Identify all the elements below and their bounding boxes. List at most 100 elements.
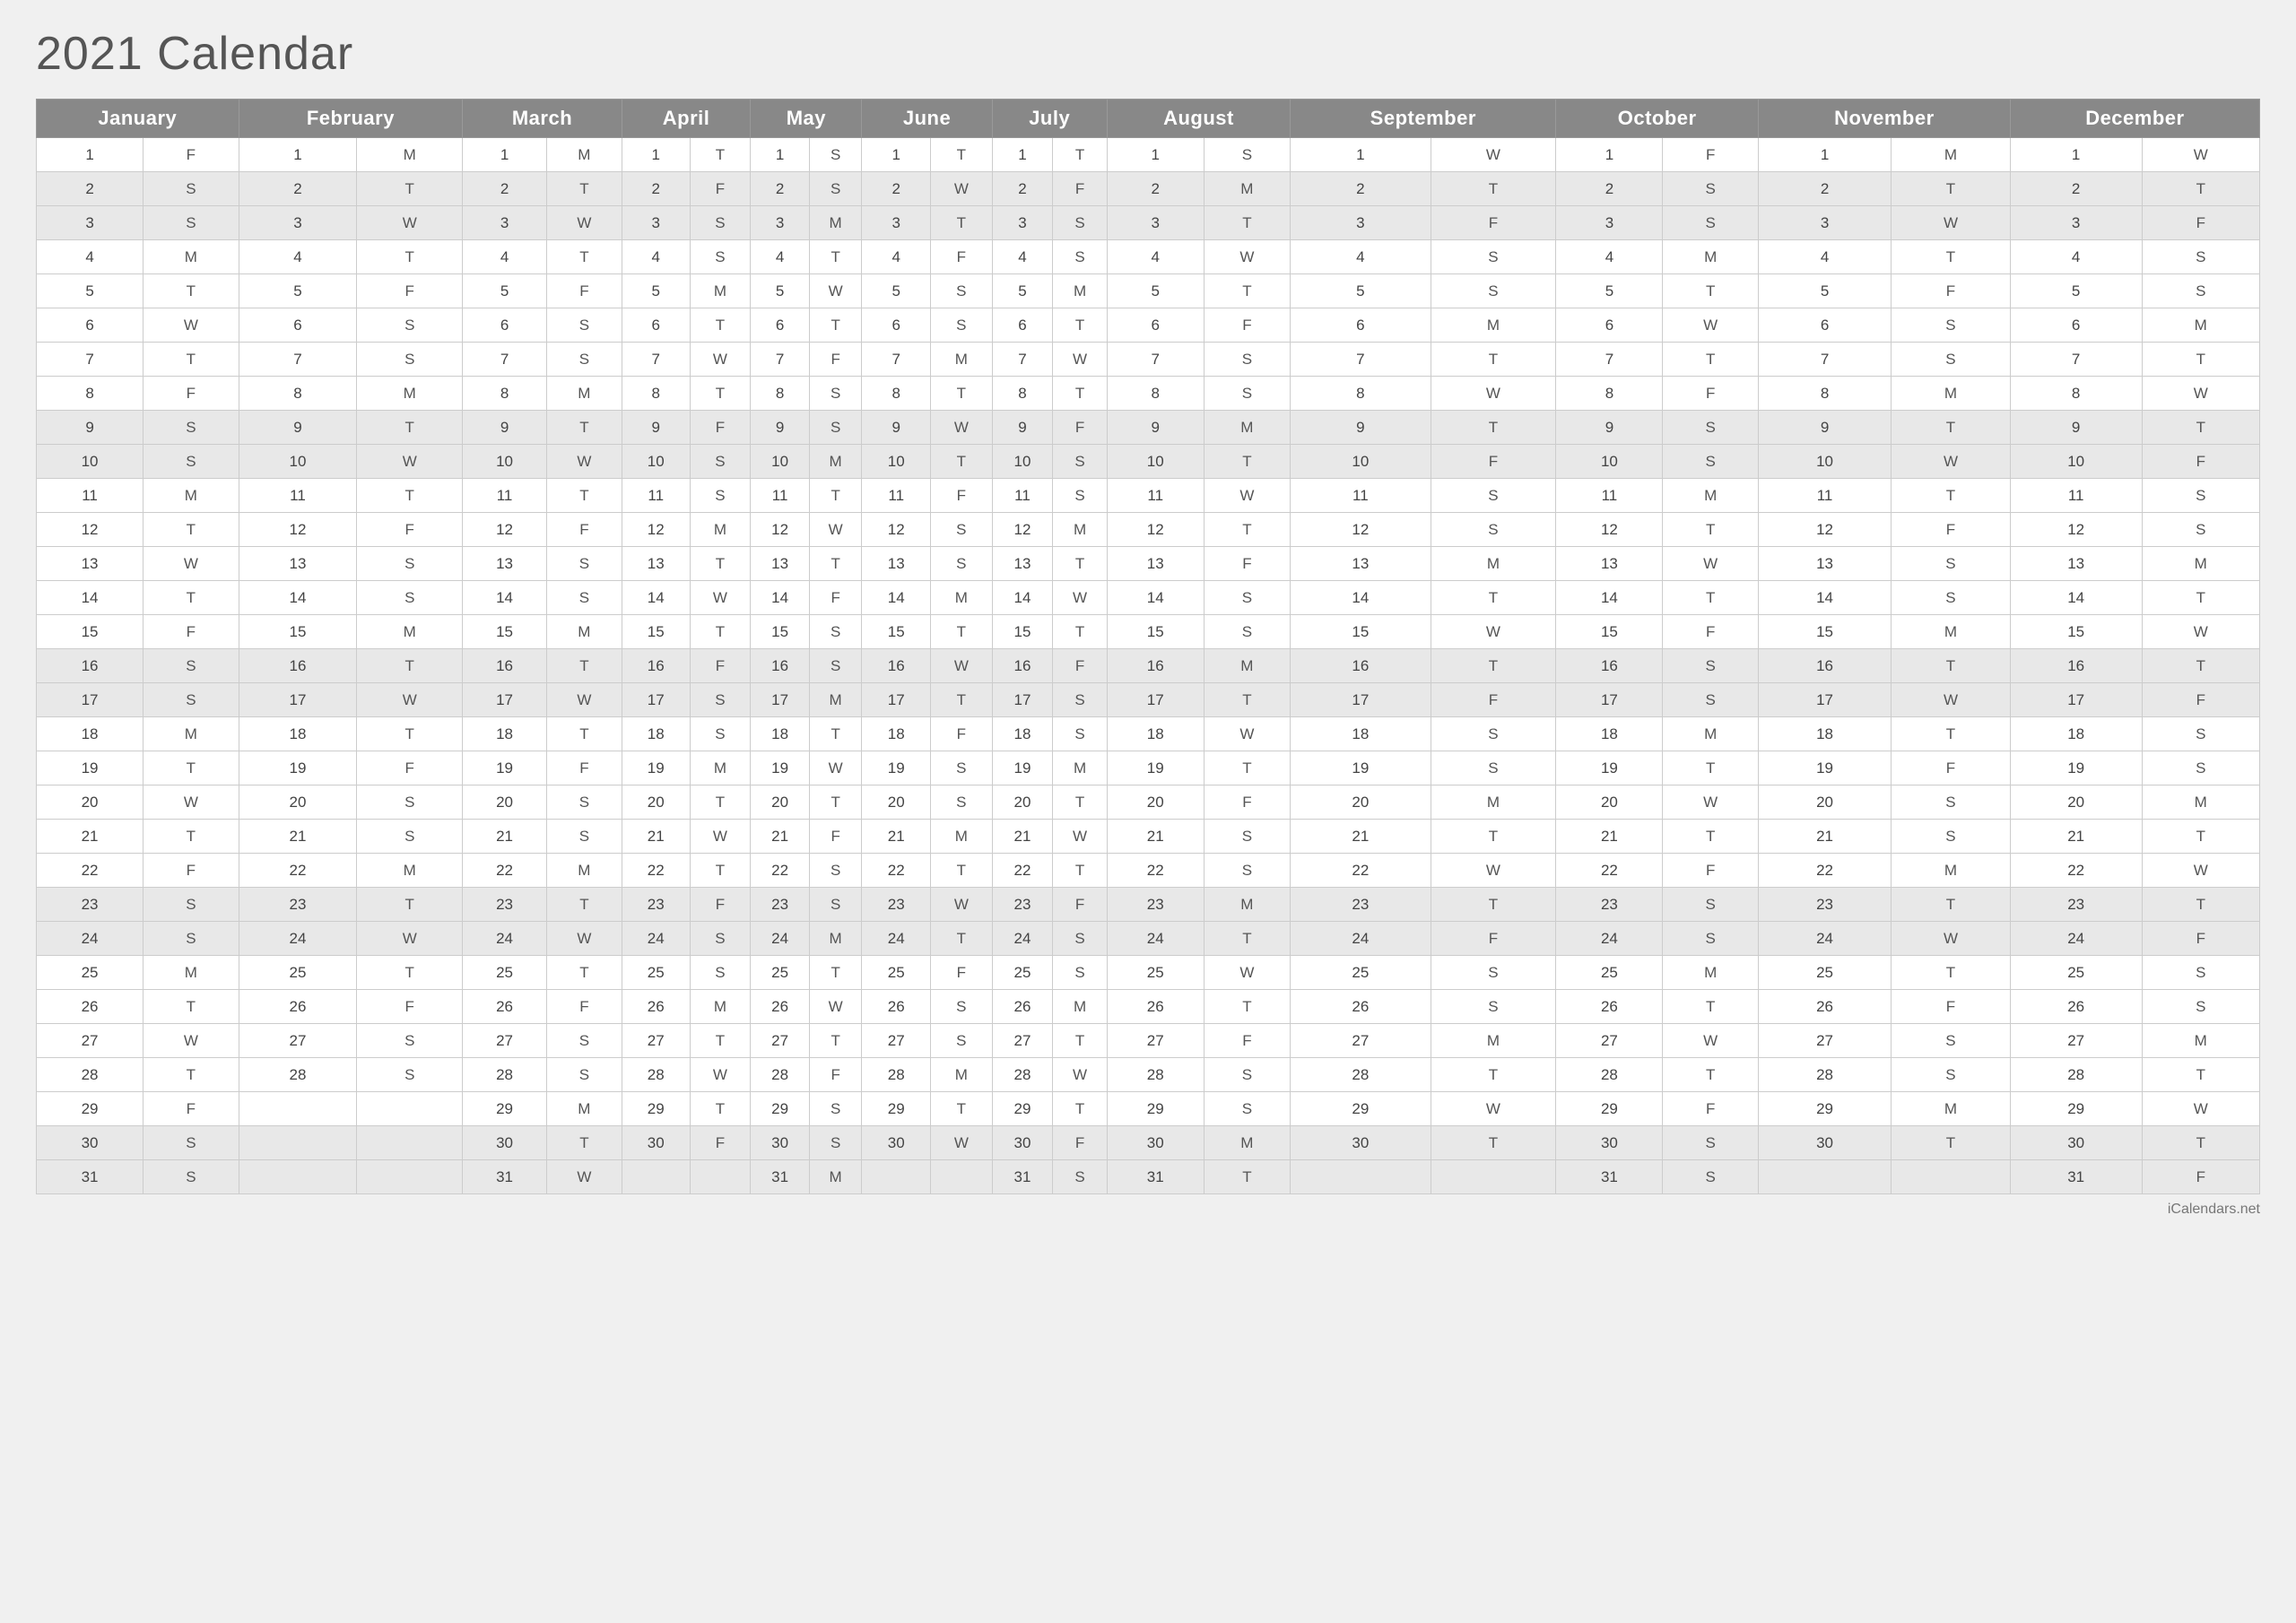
- day-letter: S: [931, 547, 993, 581]
- day-letter: T: [546, 479, 622, 513]
- day-number: 10: [992, 445, 1053, 479]
- day-number: 4: [239, 240, 357, 274]
- day-number: 2: [463, 172, 547, 206]
- day-number: 23: [992, 888, 1053, 922]
- day-number: 9: [239, 411, 357, 445]
- day-number: 18: [862, 717, 931, 751]
- day-number: 11: [992, 479, 1053, 513]
- day-letter: W: [690, 581, 751, 615]
- day-number: 24: [751, 922, 809, 956]
- day-number: 5: [2010, 274, 2142, 308]
- day-number: 11: [37, 479, 144, 513]
- day-number: 8: [239, 377, 357, 411]
- day-number: 13: [239, 547, 357, 581]
- day-letter: M: [931, 581, 993, 615]
- day-number: 2: [37, 172, 144, 206]
- day-number: 27: [2010, 1024, 2142, 1058]
- day-number: 7: [622, 343, 690, 377]
- day-letter: S: [144, 206, 239, 240]
- day-number: 4: [1758, 240, 1891, 274]
- day-letter: T: [357, 649, 463, 683]
- day-letter: S: [690, 240, 751, 274]
- day-number: 6: [1107, 308, 1204, 343]
- day-letter: S: [546, 1058, 622, 1092]
- day-letter: T: [1892, 956, 2011, 990]
- day-letter: F: [357, 513, 463, 547]
- day-letter: F: [1204, 308, 1291, 343]
- day-letter: S: [546, 343, 622, 377]
- day-number: 4: [2010, 240, 2142, 274]
- day-number: 2: [1556, 172, 1663, 206]
- day-letter: M: [2142, 547, 2259, 581]
- day-letter: S: [1053, 683, 1108, 717]
- day-number: 7: [239, 343, 357, 377]
- day-letter: S: [144, 1160, 239, 1194]
- day-letter: T: [690, 308, 751, 343]
- day-number: 26: [463, 990, 547, 1024]
- table-row: 14T14S14S14W14F14M14W14S14T14T14S14T: [37, 581, 2260, 615]
- day-number: 21: [751, 820, 809, 854]
- day-number: 18: [751, 717, 809, 751]
- day-letter: S: [1204, 854, 1291, 888]
- day-number: 10: [751, 445, 809, 479]
- day-letter: S: [1892, 1058, 2011, 1092]
- day-number: 20: [992, 785, 1053, 820]
- day-letter: M: [357, 854, 463, 888]
- day-number: 9: [37, 411, 144, 445]
- day-number: 21: [1758, 820, 1891, 854]
- day-letter: S: [809, 888, 862, 922]
- day-number: 18: [992, 717, 1053, 751]
- day-letter: T: [1431, 172, 1556, 206]
- day-letter: F: [690, 1126, 751, 1160]
- day-letter: W: [144, 308, 239, 343]
- day-letter: W: [690, 343, 751, 377]
- day-letter: T: [144, 274, 239, 308]
- day-number: 2: [2010, 172, 2142, 206]
- day-number: 21: [622, 820, 690, 854]
- day-number: 15: [463, 615, 547, 649]
- day-letter: T: [1053, 615, 1108, 649]
- day-number: 28: [622, 1058, 690, 1092]
- day-number: 23: [1291, 888, 1431, 922]
- table-row: 3S3W3W3S3M3T3S3T3F3S3W3F: [37, 206, 2260, 240]
- day-number: 1: [37, 138, 144, 172]
- day-letter: M: [546, 1092, 622, 1126]
- day-number: 29: [1291, 1092, 1431, 1126]
- day-letter: S: [546, 785, 622, 820]
- day-number: 2: [1758, 172, 1891, 206]
- day-number: 19: [1758, 751, 1891, 785]
- day-number: 2: [239, 172, 357, 206]
- day-number: 29: [1107, 1092, 1204, 1126]
- day-number: 18: [622, 717, 690, 751]
- day-letter: F: [1663, 138, 1759, 172]
- day-number: 15: [622, 615, 690, 649]
- day-letter: F: [1204, 1024, 1291, 1058]
- day-letter: S: [1663, 1160, 1759, 1194]
- day-letter: T: [1663, 751, 1759, 785]
- day-letter: W: [809, 274, 862, 308]
- day-number: 17: [239, 683, 357, 717]
- day-letter: M: [1204, 411, 1291, 445]
- table-row: 17S17W17W17S17M17T17S17T17F17S17W17F: [37, 683, 2260, 717]
- day-letter: F: [1663, 854, 1759, 888]
- day-number: 6: [37, 308, 144, 343]
- day-number: 12: [622, 513, 690, 547]
- table-row: 25M25T25T25S25T25F25S25W25S25M25T25S: [37, 956, 2260, 990]
- day-number: 16: [463, 649, 547, 683]
- day-number: 27: [1107, 1024, 1204, 1058]
- day-number: 16: [239, 649, 357, 683]
- day-letter: M: [931, 1058, 993, 1092]
- day-letter: S: [144, 172, 239, 206]
- day-letter: T: [546, 172, 622, 206]
- day-number: 6: [239, 308, 357, 343]
- day-number: 26: [1556, 990, 1663, 1024]
- table-row: 22F22M22M22T22S22T22T22S22W22F22M22W: [37, 854, 2260, 888]
- day-number: 8: [862, 377, 931, 411]
- day-letter: S: [357, 581, 463, 615]
- day-letter: F: [931, 479, 993, 513]
- day-letter: T: [1431, 820, 1556, 854]
- day-letter: M: [1663, 956, 1759, 990]
- table-row: 27W27S27S27T27T27S27T27F27M27W27S27M: [37, 1024, 2260, 1058]
- day-number: 20: [1107, 785, 1204, 820]
- day-number: 9: [2010, 411, 2142, 445]
